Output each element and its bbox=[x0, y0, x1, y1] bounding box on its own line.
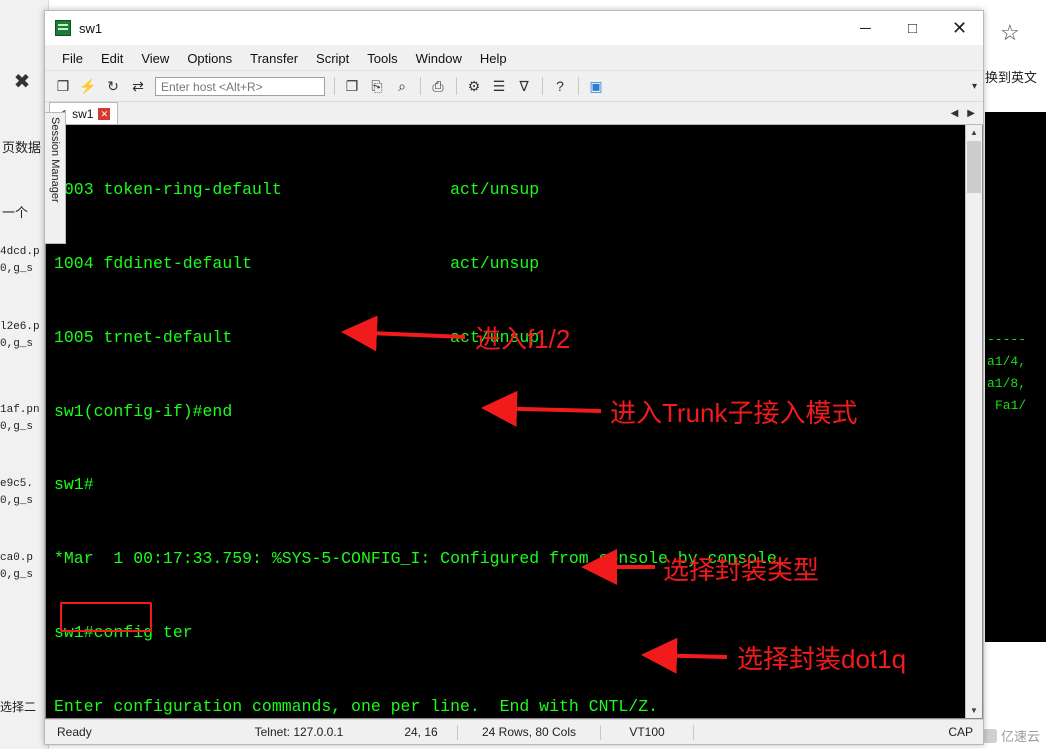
star-icon[interactable]: ☆ bbox=[1000, 20, 1020, 46]
tab-scroll-controls: ◀ ▶ bbox=[951, 102, 983, 124]
toolbar-divider-5 bbox=[578, 77, 579, 95]
terminal-line: 1003 token-ring-default act/unsup bbox=[54, 180, 540, 200]
background-left-label-2: 一个 bbox=[2, 205, 29, 220]
terminal-line: sw1#config ter bbox=[54, 622, 193, 642]
watermark-text: 亿速云 bbox=[1000, 729, 1040, 744]
status-caps: CAP bbox=[948, 725, 973, 739]
reconnect-icon[interactable]: ↻ bbox=[101, 74, 125, 98]
menu-transfer[interactable]: Transfer bbox=[241, 49, 307, 68]
app-icon bbox=[55, 20, 71, 36]
background-left-label-1: 页数据 bbox=[2, 140, 42, 155]
status-divider-3 bbox=[693, 724, 694, 740]
close-icon: ✖ bbox=[13, 71, 31, 93]
background-left-panel bbox=[0, 0, 49, 749]
status-size: 24 Rows, 80 Cols bbox=[481, 725, 577, 739]
paste-icon[interactable]: ⎘ bbox=[365, 74, 389, 98]
watermark: 亿速云 bbox=[982, 726, 1040, 745]
tab-label: sw1 bbox=[72, 106, 94, 121]
terminal-line: sw1(config-if)#end bbox=[54, 401, 233, 421]
terminal-line: Enter configuration commands, one per li… bbox=[54, 696, 658, 716]
background-left-mono-2: l2e6.p bbox=[0, 321, 40, 333]
watermark-badge-icon bbox=[982, 728, 997, 743]
background-left-mono-3: 0,g_s bbox=[0, 338, 34, 350]
background-term-line-0: ----- bbox=[987, 332, 1027, 347]
terminal-area[interactable]: 1003 token-ring-default act/unsup 1004 f… bbox=[45, 125, 983, 719]
session-manager-tab[interactable]: Session Manager bbox=[45, 112, 66, 244]
menu-bar: File Edit View Options Transfer Script T… bbox=[45, 46, 983, 71]
terminal-output[interactable]: 1003 token-ring-default act/unsup 1004 f… bbox=[46, 125, 966, 718]
session-manager-label: Session Manager bbox=[49, 117, 61, 203]
status-cursor: 24, 16 bbox=[404, 725, 438, 739]
background-term-line-2: a1/8, bbox=[987, 376, 1027, 391]
toolbar-divider-3 bbox=[456, 77, 457, 95]
host-input[interactable]: Enter host <Alt+R> bbox=[155, 76, 325, 96]
menu-script[interactable]: Script bbox=[307, 49, 358, 68]
tab-strip: ✔ sw1 ✕ ◀ ▶ bbox=[45, 102, 983, 125]
window-controls: ─ □ ✕ bbox=[842, 11, 983, 45]
toolbar-divider-2 bbox=[420, 77, 421, 95]
menu-window[interactable]: Window bbox=[407, 49, 471, 68]
menu-options[interactable]: Options bbox=[178, 49, 241, 68]
background-left-mono-5: 0,g_s bbox=[0, 421, 34, 433]
filter-icon[interactable]: ∇ bbox=[512, 74, 536, 98]
scrollbar-thumb[interactable] bbox=[967, 141, 981, 193]
background-right-label: 换到英文 bbox=[985, 70, 1038, 85]
menu-view[interactable]: View bbox=[132, 49, 178, 68]
disconnect-icon[interactable]: ⇄ bbox=[126, 74, 150, 98]
terminal-line: sw1# bbox=[54, 475, 94, 495]
toolbar-divider-4 bbox=[542, 77, 543, 95]
scroll-down-icon[interactable]: ▼ bbox=[966, 703, 982, 718]
background-term-line-1: a1/4, bbox=[987, 354, 1027, 369]
log-session-icon[interactable]: ☰ bbox=[487, 74, 511, 98]
tab-close-icon[interactable]: ✕ bbox=[98, 107, 111, 120]
print-icon[interactable]: ⎙ bbox=[426, 74, 450, 98]
terminal-scrollbar[interactable]: ▲ ▼ bbox=[965, 125, 982, 718]
background-left-mono-8: ca0.p bbox=[0, 552, 34, 564]
find-icon[interactable]: ⌕ bbox=[390, 74, 414, 98]
securecrt-window: sw1 ─ □ ✕ File Edit View Options Transfe… bbox=[44, 10, 984, 745]
tab-next-icon[interactable]: ▶ bbox=[967, 108, 975, 119]
close-button[interactable]: ✕ bbox=[936, 11, 983, 45]
menu-edit[interactable]: Edit bbox=[92, 49, 132, 68]
toolbar: ❐ ⚡ ↻ ⇄ Enter host <Alt+R> ❐ ⎘ ⌕ ⎙ ⚙ ☰ ∇… bbox=[45, 71, 983, 102]
background-left-bottom-label: 选择二 bbox=[0, 700, 37, 714]
status-connection: Telnet: 127.0.0.1 bbox=[254, 725, 344, 739]
status-bar: Ready Telnet: 127.0.0.1 24, 16 24 Rows, … bbox=[45, 719, 983, 744]
background-left-mono-4: 1af.pn bbox=[0, 404, 40, 416]
background-term-line-3: Fa1/ bbox=[995, 398, 1027, 413]
status-ready: Ready bbox=[57, 725, 92, 739]
help-icon[interactable]: ? bbox=[548, 74, 572, 98]
title-bar: sw1 ─ □ ✕ bbox=[45, 11, 983, 46]
toolbar-divider-1 bbox=[334, 77, 335, 95]
background-left-mono-9: 0,g_s bbox=[0, 569, 34, 581]
menu-tools[interactable]: Tools bbox=[358, 49, 406, 68]
background-left-mono-7: 0,g_s bbox=[0, 495, 34, 507]
scroll-up-icon[interactable]: ▲ bbox=[966, 125, 982, 140]
chevron-down-icon[interactable]: ▾ bbox=[972, 81, 977, 92]
maximize-button[interactable]: □ bbox=[889, 11, 936, 45]
menu-help[interactable]: Help bbox=[471, 49, 516, 68]
copy-icon[interactable]: ❐ bbox=[340, 74, 364, 98]
background-terminal-edge: ----- a1/4, a1/8, Fa1/ bbox=[985, 112, 1046, 642]
new-session-icon[interactable]: ❐ bbox=[51, 74, 75, 98]
quick-connect-icon[interactable]: ⚡ bbox=[76, 74, 100, 98]
terminal-line: *Mar 1 00:17:33.759: %SYS-5-CONFIG_I: Co… bbox=[54, 549, 777, 569]
minimize-button[interactable]: ─ bbox=[842, 11, 889, 45]
background-left-mono-0: 4dcd.p bbox=[0, 246, 40, 258]
terminal-line: 1004 fddinet-default act/unsup bbox=[54, 253, 540, 273]
tab-prev-icon[interactable]: ◀ bbox=[951, 108, 959, 119]
window-title: sw1 bbox=[79, 20, 103, 36]
terminal-line: 1005 trnet-default act/unsup bbox=[54, 327, 540, 347]
settings-icon[interactable]: ⚙ bbox=[462, 74, 486, 98]
menu-file[interactable]: File bbox=[53, 49, 92, 68]
status-emulation: VT100 bbox=[629, 725, 665, 739]
image-icon[interactable]: ▣ bbox=[584, 74, 608, 98]
background-left-mono-1: 0,g_s bbox=[0, 263, 34, 275]
background-left-mono-6: e9c5. bbox=[0, 478, 34, 490]
